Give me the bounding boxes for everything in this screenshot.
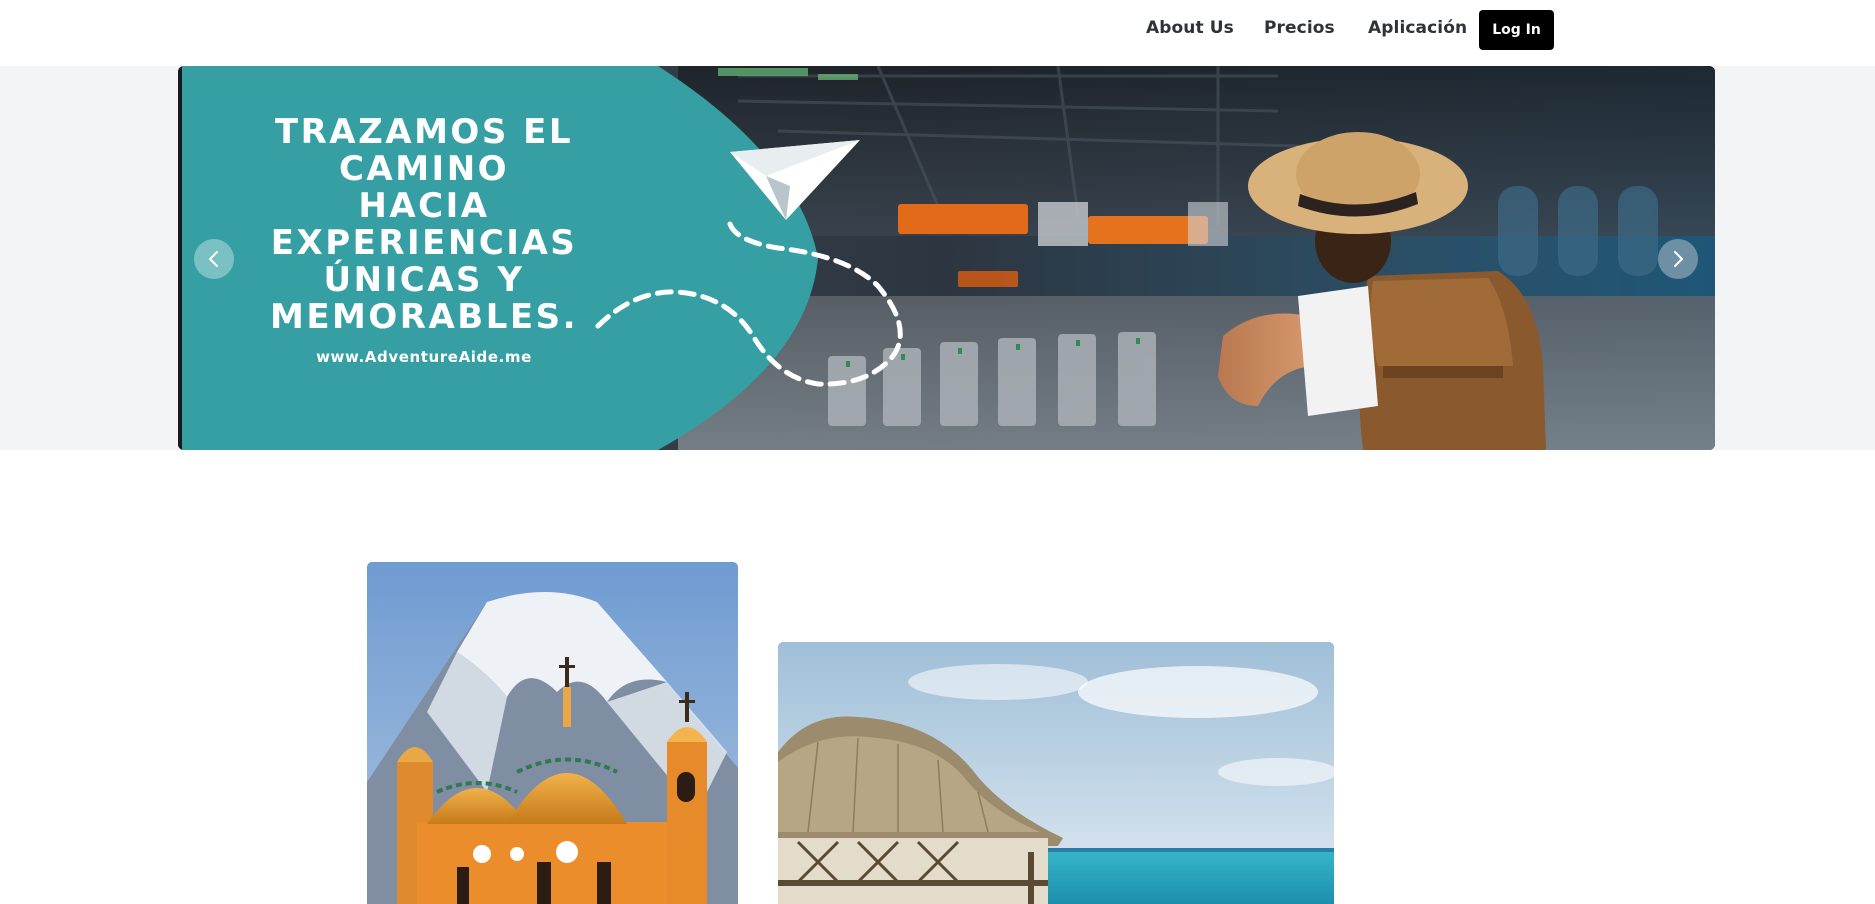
- headline-line-4: EXPERIENCIAS: [270, 223, 578, 263]
- nav-link-precios[interactable]: Precios: [1264, 18, 1335, 38]
- carousel-prev-button[interactable]: [194, 239, 234, 279]
- chevron-left-icon: [209, 251, 218, 267]
- gallery-card-cathedral[interactable]: [367, 562, 738, 904]
- gallery-card-bungalow[interactable]: [778, 642, 1334, 904]
- hero-carousel: TRAZAMOS EL CAMINO HACIA EXPERIENCIAS ÚN…: [178, 66, 1715, 450]
- nav-link-about-us[interactable]: About Us: [1146, 18, 1234, 38]
- carousel-next-button[interactable]: [1658, 239, 1698, 279]
- nav-link-aplicacion[interactable]: Aplicación: [1368, 18, 1467, 38]
- login-button[interactable]: Log In: [1479, 10, 1554, 50]
- headline-line-2: CAMINO: [338, 149, 510, 189]
- slide-headline: TRAZAMOS EL CAMINO HACIA EXPERIENCIAS ÚN…: [250, 114, 598, 336]
- headline-line-1: TRAZAMOS EL: [274, 112, 574, 152]
- overwater-bungalow-image: [778, 642, 1334, 904]
- headline-line-6: MEMORABLES.: [270, 297, 578, 337]
- slide-url: www.AdventureAide.me: [316, 348, 532, 366]
- headline-line-5: ÚNICAS Y: [323, 260, 525, 300]
- top-navbar: About Us Precios Aplicación Log In: [0, 0, 1875, 66]
- cathedral-volcano-image: [367, 562, 738, 904]
- headline-line-3: HACIA: [358, 186, 490, 226]
- chevron-right-icon: [1674, 251, 1683, 267]
